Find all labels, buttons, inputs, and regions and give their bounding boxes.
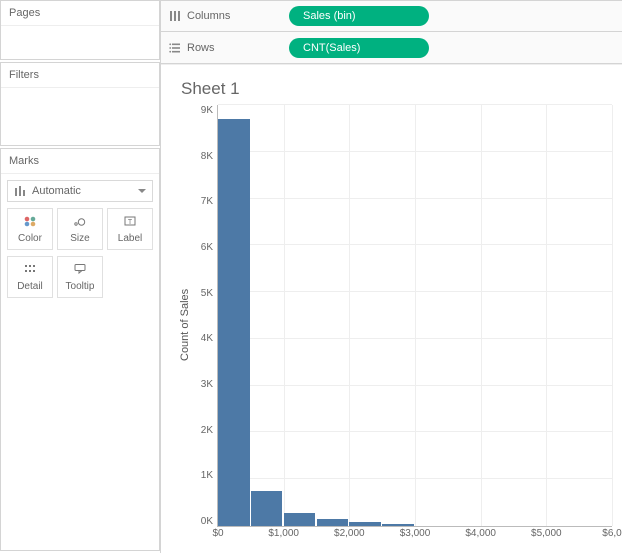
x-tick-label: $2,000 <box>334 528 365 539</box>
automatic-icon <box>14 185 26 197</box>
rows-pill[interactable]: CNT(Sales) <box>289 38 429 58</box>
tooltip-icon <box>73 263 87 278</box>
columns-shelf[interactable]: Columns Sales (bin) <box>161 0 622 32</box>
x-tick-label: $5,000 <box>531 528 562 539</box>
x-tick-label: $3,000 <box>400 528 431 539</box>
detail-label: Detail <box>17 281 43 292</box>
chevron-down-icon <box>138 189 146 193</box>
size-label: Size <box>70 233 89 244</box>
filters-shelf[interactable]: Filters <box>0 62 160 146</box>
detail-icon <box>23 263 37 278</box>
y-axis-title: Count of Sales <box>177 105 193 545</box>
color-label: Color <box>18 233 42 244</box>
columns-pill[interactable]: Sales (bin) <box>289 6 429 26</box>
x-axis-ticks: $0$1,000$2,000$3,000$4,000$5,000$6,0 <box>218 528 612 542</box>
y-axis-ticks: 9K 8K 7K 6K 5K 4K 3K 2K 1K 0K <box>193 105 217 545</box>
color-icon <box>23 215 37 230</box>
x-tick-label: $4,000 <box>465 528 496 539</box>
left-sidebar: Pages Filters Marks Automatic <box>0 0 161 553</box>
y-tick-label: 1K <box>201 470 213 481</box>
color-button[interactable]: Color <box>7 208 53 250</box>
y-tick-label: 7K <box>201 196 213 207</box>
bar[interactable] <box>251 491 283 526</box>
pages-title: Pages <box>1 1 159 26</box>
tooltip-label: Tooltip <box>66 281 95 292</box>
detail-button[interactable]: Detail <box>7 256 53 298</box>
marks-card: Marks Automatic <box>0 148 160 551</box>
size-icon <box>73 215 87 230</box>
x-tick-label: $1,000 <box>268 528 299 539</box>
y-tick-label: 5K <box>201 288 213 299</box>
bar[interactable] <box>218 119 250 526</box>
label-label: Label <box>118 233 142 244</box>
tooltip-button[interactable]: Tooltip <box>57 256 103 298</box>
y-tick-label: 0K <box>201 516 213 527</box>
y-tick-label: 2K <box>201 425 213 436</box>
y-tick-label: 8K <box>201 151 213 162</box>
filters-title: Filters <box>1 63 159 88</box>
label-icon: T <box>123 215 137 230</box>
y-tick-label: 4K <box>201 333 213 344</box>
columns-pill-label: Sales (bin) <box>303 10 356 22</box>
y-tick-label: 9K <box>201 105 213 116</box>
label-button[interactable]: T Label <box>107 208 153 250</box>
bar[interactable] <box>317 519 349 526</box>
worksheet: Sheet 1 Count of Sales 9K 8K 7K 6K 5K 4K 3K 2K 1… <box>161 64 622 553</box>
mark-type-label: Automatic <box>32 185 81 197</box>
mark-type-dropdown[interactable]: Automatic <box>7 180 153 202</box>
sheet-title[interactable]: Sheet 1 <box>181 79 612 99</box>
columns-icon <box>169 10 181 22</box>
rows-pill-label: CNT(Sales) <box>303 42 360 54</box>
x-tick-label: $0 <box>212 528 223 539</box>
size-button[interactable]: Size <box>57 208 103 250</box>
marks-title: Marks <box>1 149 159 174</box>
bar[interactable] <box>284 513 316 526</box>
rows-label: Rows <box>187 42 215 54</box>
x-tick-label: $6,0 <box>602 528 621 539</box>
chart-plot[interactable]: $0$1,000$2,000$3,000$4,000$5,000$6,0 <box>217 105 612 527</box>
bar[interactable] <box>382 524 414 526</box>
pages-shelf[interactable]: Pages <box>0 0 160 60</box>
rows-shelf[interactable]: Rows CNT(Sales) <box>161 32 622 64</box>
y-tick-label: 6K <box>201 242 213 253</box>
svg-text:T: T <box>128 219 133 226</box>
columns-label: Columns <box>187 10 230 22</box>
y-tick-label: 3K <box>201 379 213 390</box>
bar[interactable] <box>349 522 381 526</box>
rows-icon <box>169 42 181 54</box>
